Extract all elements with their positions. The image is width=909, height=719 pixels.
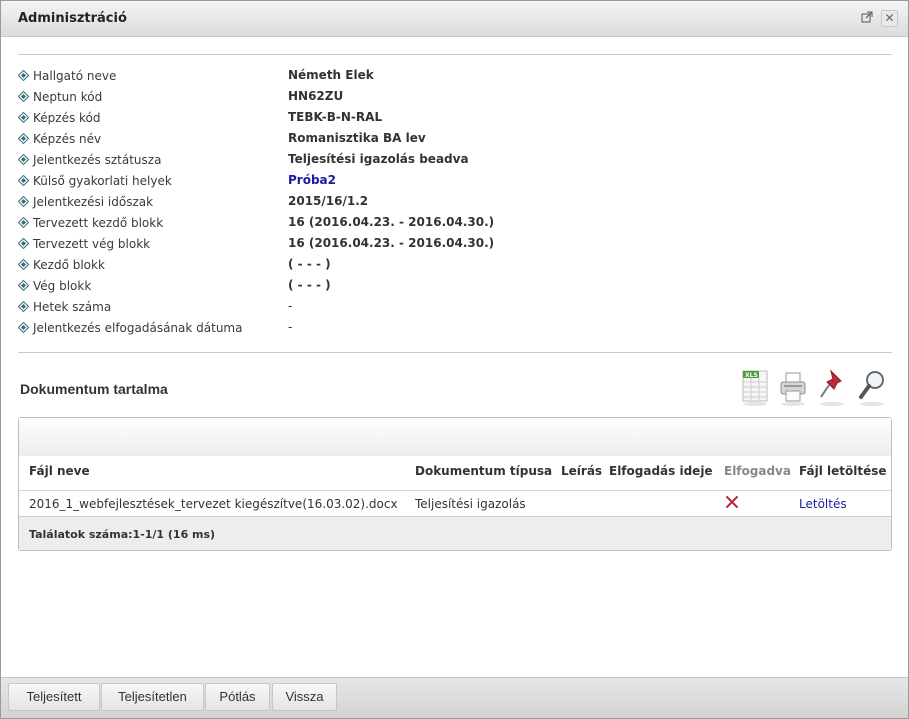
detail-label: Képzés név: [33, 132, 102, 146]
cell-document-type: Teljesítési igazolás: [415, 497, 526, 511]
diamond-bullet-icon: [18, 280, 29, 291]
diamond-bullet-icon: [18, 301, 29, 312]
completed-button[interactable]: Teljesített: [8, 683, 100, 711]
dialog-titlebar[interactable]: Adminisztráció ✕: [1, 1, 908, 37]
diamond-bullet-icon: [18, 238, 29, 249]
detail-value: ( - - - ): [288, 278, 331, 292]
detail-value: TEBK-B-N-RAL: [288, 110, 383, 124]
diamond-bullet-icon: [18, 91, 29, 102]
detail-row-application-status: Jelentkezés sztátusza Teljesítési igazol…: [18, 152, 892, 172]
dialog-title: Adminisztráció: [18, 11, 127, 26]
not-completed-button[interactable]: Teljesítetlen: [101, 683, 204, 711]
detail-label: Kezdő blokk: [33, 258, 105, 272]
detail-value: Romanisztika BA lev: [288, 131, 426, 145]
detail-row-planned-start-block: Tervezett kezdő blokk 16 (2016.04.23. - …: [18, 215, 892, 235]
detail-value: Németh Elek: [288, 68, 374, 82]
column-header-file-download[interactable]: Fájl letöltése: [799, 464, 887, 478]
supplement-button[interactable]: Pótlás: [205, 683, 270, 711]
detail-value: HN62ZU: [288, 89, 344, 103]
search-icon[interactable]: [857, 367, 887, 407]
pin-icon[interactable]: [817, 367, 847, 407]
detail-row-application-period: Jelentkezési időszak 2015/16/1.2: [18, 194, 892, 214]
detail-row-end-block: Vég blokk ( - - - ): [18, 278, 892, 298]
action-bar: Teljesített Teljesítetlen Pótlás Vissza: [1, 677, 908, 718]
print-icon[interactable]: [778, 367, 808, 407]
column-header-description[interactable]: Leírás: [561, 464, 602, 478]
detail-label: Neptun kód: [33, 90, 103, 104]
xls-export-icon[interactable]: XLS: [740, 367, 770, 407]
administration-dialog: Adminisztráció ✕ Hallgató neve Németh El…: [0, 0, 909, 719]
detail-label: Hallgató neve: [33, 69, 117, 83]
detail-row-program-code: Képzés kód TEBK-B-N-RAL: [18, 110, 892, 130]
results-count: Találatok száma:1-1/1 (16 ms): [29, 528, 216, 541]
detail-row-start-block: Kezdő blokk ( - - - ): [18, 257, 892, 277]
diamond-bullet-icon: [18, 70, 29, 81]
diamond-bullet-icon: [18, 217, 29, 228]
document-table: Fájl neve Dokumentum típusa Leírás Elfog…: [18, 417, 892, 551]
diamond-bullet-icon: [18, 154, 29, 165]
detail-value: ( - - - ): [288, 257, 331, 271]
detail-row-week-count: Hetek száma -: [18, 299, 892, 319]
detail-value: -: [288, 299, 293, 313]
detail-label: Külső gyakorlati helyek: [33, 174, 172, 188]
detail-value: Teljesítési igazolás beadva: [288, 152, 469, 166]
diamond-bullet-icon: [18, 196, 29, 207]
column-header-accepted[interactable]: Elfogadva: [724, 464, 791, 478]
table-footer: Találatok száma:1-1/1 (16 ms): [19, 516, 891, 550]
document-section-title: Dokumentum tartalma: [20, 381, 168, 397]
detail-value: 16 (2016.04.23. - 2016.04.30.): [288, 215, 495, 229]
diamond-bullet-icon: [18, 175, 29, 186]
detail-label: Hetek száma: [33, 300, 112, 314]
diamond-bullet-icon: [18, 133, 29, 144]
detail-row-external-places: Külső gyakorlati helyek Próba2: [18, 173, 892, 193]
cell-file-name: 2016_1_webfejlesztések_tervezet kiegészí…: [29, 497, 398, 511]
column-header-file-name[interactable]: Fájl neve: [29, 464, 90, 478]
external-place-link[interactable]: Próba2: [288, 173, 336, 187]
popout-icon[interactable]: [860, 11, 874, 25]
detail-row-student-name: Hallgató neve Németh Elek: [18, 68, 892, 88]
detail-row-neptun-code: Neptun kód HN62ZU: [18, 89, 892, 109]
header-divider: [19, 490, 891, 491]
back-button[interactable]: Vissza: [272, 683, 337, 711]
divider-middle: [18, 352, 892, 353]
detail-row-acceptance-date: Jelentkezés elfogadásának dátuma -: [18, 320, 892, 340]
divider-top: [18, 54, 892, 55]
detail-label: Jelentkezés elfogadásának dátuma: [33, 321, 243, 335]
detail-label: Képzés kód: [33, 111, 101, 125]
detail-label: Jelentkezési időszak: [33, 195, 154, 209]
column-header-acceptance-time[interactable]: Elfogadás ideje: [609, 464, 713, 478]
column-header-document-type[interactable]: Dokumentum típusa: [415, 464, 552, 478]
detail-row-planned-end-block: Tervezett vég blokk 16 (2016.04.23. - 20…: [18, 236, 892, 256]
detail-value: -: [288, 320, 293, 334]
detail-value: 2015/16/1.2: [288, 194, 369, 208]
diamond-bullet-icon: [18, 322, 29, 333]
svg-text:XLS: XLS: [745, 372, 758, 379]
detail-label: Tervezett vég blokk: [33, 237, 151, 251]
table-toolbar: [19, 418, 891, 456]
cross-icon: [725, 495, 739, 512]
close-icon[interactable]: ✕: [881, 10, 898, 27]
detail-label: Jelentkezés sztátusza: [33, 153, 162, 167]
detail-label: Tervezett kezdő blokk: [33, 216, 164, 230]
diamond-bullet-icon: [18, 259, 29, 270]
detail-value: 16 (2016.04.23. - 2016.04.30.): [288, 236, 495, 250]
detail-row-program-name: Képzés név Romanisztika BA lev: [18, 131, 892, 151]
diamond-bullet-icon: [18, 112, 29, 123]
download-link[interactable]: Letöltés: [799, 497, 847, 511]
detail-label: Vég blokk: [33, 279, 92, 293]
